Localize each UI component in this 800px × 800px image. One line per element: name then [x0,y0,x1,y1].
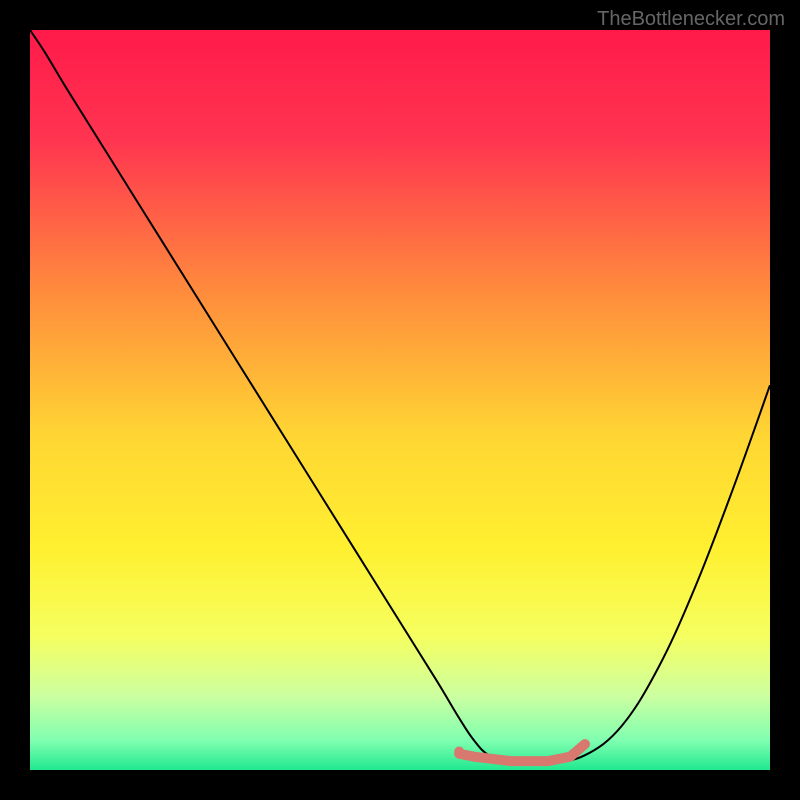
watermark-text: TheBottlenecker.com [597,8,785,31]
gradient-background [30,30,770,770]
marker-dot [454,747,464,757]
chart-container: TheBottlenecker.com [0,0,800,800]
plot-area [30,30,770,770]
chart-svg [30,30,770,770]
